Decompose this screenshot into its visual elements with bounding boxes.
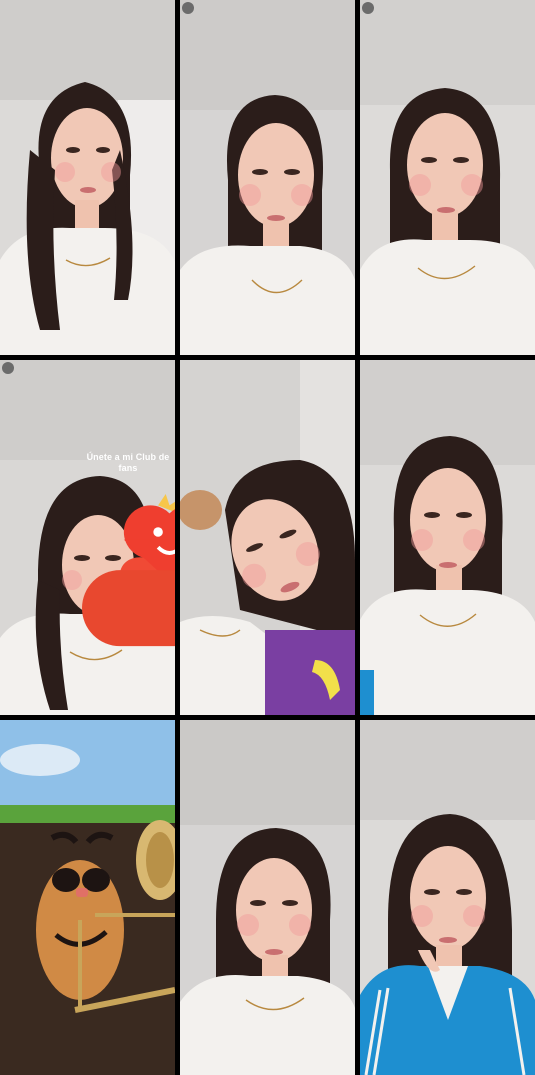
fan-club-text: Únete a mi Club de fans xyxy=(82,452,174,474)
video-tile-8[interactable] xyxy=(180,720,355,1075)
video-tile-1[interactable] xyxy=(0,0,175,355)
video-tile-2[interactable] xyxy=(180,0,355,355)
video-tile-6[interactable] xyxy=(360,360,535,715)
portrait-graphic xyxy=(180,360,355,715)
fan-club-badge[interactable]: Únete a mi Club de fans xyxy=(82,404,175,647)
video-tile-7[interactable] xyxy=(0,720,175,1075)
video-tile-9[interactable] xyxy=(360,720,535,1075)
portrait-graphic xyxy=(180,0,355,355)
video-tile-3[interactable] xyxy=(360,0,535,355)
video-grid: Únete a mi Club de fans xyxy=(0,0,535,1075)
video-tile-5[interactable] xyxy=(180,360,355,715)
heart-mascot-icon xyxy=(82,494,175,647)
fan-club-line-2: fans xyxy=(118,463,138,473)
portrait-graphic xyxy=(360,720,535,1075)
portrait-graphic xyxy=(360,360,535,715)
portrait-graphic xyxy=(0,0,175,355)
portrait-graphic xyxy=(180,720,355,1075)
video-tile-4[interactable]: Únete a mi Club de fans xyxy=(0,360,175,715)
fan-club-line-1: Únete a mi Club de xyxy=(86,452,170,462)
potato-trombone-graphic xyxy=(0,720,175,1075)
portrait-graphic xyxy=(360,0,535,355)
